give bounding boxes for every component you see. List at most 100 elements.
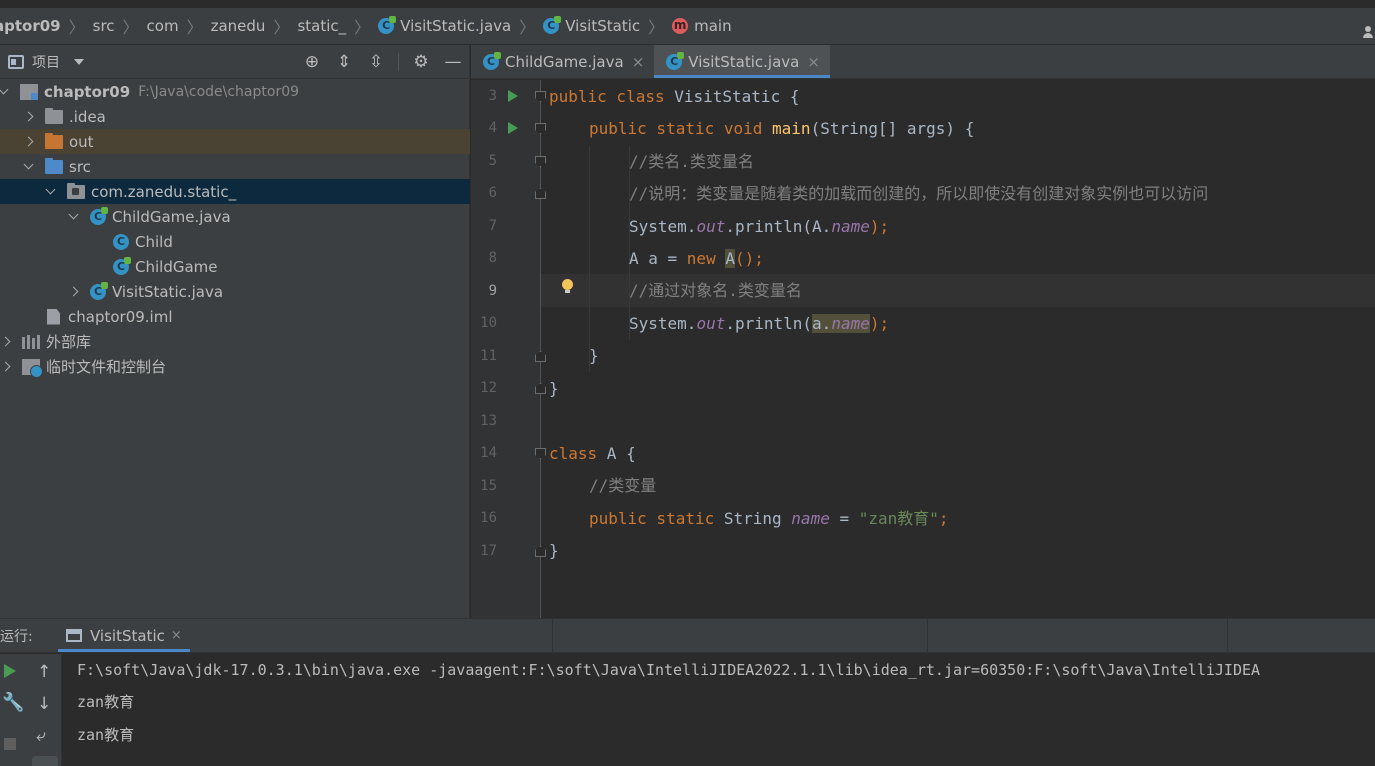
- header-divider: [552, 619, 553, 654]
- tree-item-idea[interactable]: .idea: [0, 104, 470, 129]
- library-icon: [22, 334, 40, 349]
- breadcrumb-static[interactable]: static_: [297, 8, 346, 44]
- java-class-icon: [113, 256, 131, 275]
- file-icon: [47, 308, 60, 325]
- line-number: 5: [488, 153, 497, 169]
- arrow-up-icon[interactable]: ↑: [37, 662, 51, 682]
- code-line-6: //说明：类变量是随着类的加载而创建的，所以即使没有创建对象实例也可以访问: [629, 184, 1209, 203]
- tree-item-iml[interactable]: chaptor09.iml: [0, 304, 470, 329]
- rerun-icon[interactable]: [4, 664, 16, 678]
- close-icon[interactable]: ×: [632, 53, 645, 71]
- arrow-down-icon[interactable]: ↓: [37, 694, 51, 714]
- tree-item-src[interactable]: src: [0, 154, 470, 179]
- tree-item-childgame-java[interactable]: ChildGame.java: [0, 204, 470, 229]
- chevron-down-icon[interactable]: [23, 162, 33, 172]
- line-number: 13: [480, 413, 497, 429]
- line-number: 4: [488, 120, 497, 136]
- folder-icon: [45, 107, 63, 124]
- tree-item-chaptor09[interactable]: chaptor09 F:\Java\code\chaptor09: [0, 79, 470, 104]
- wrench-icon[interactable]: 🔧: [2, 692, 24, 713]
- close-icon[interactable]: ×: [807, 53, 820, 71]
- line-number: 10: [480, 315, 497, 331]
- java-class-file-icon: [90, 206, 108, 225]
- run-class-icon[interactable]: [508, 90, 518, 102]
- chevron-right-icon[interactable]: [23, 137, 33, 147]
- code-line-15: //类变量: [589, 476, 657, 495]
- code-line-4: public static void main(String[] args) {: [589, 119, 975, 138]
- code-line-14: class A {: [549, 444, 636, 463]
- gear-icon[interactable]: ⚙: [411, 52, 431, 72]
- line-number: 7: [488, 218, 497, 234]
- breadcrumb-com[interactable]: com: [147, 8, 179, 44]
- close-icon[interactable]: ×: [171, 628, 182, 643]
- chevron-down-icon[interactable]: [68, 212, 78, 222]
- run-panel-header: 运行: VisitStatic ×: [0, 618, 1375, 654]
- java-class-file-icon: [90, 281, 108, 300]
- console-output[interactable]: F:\soft\Java\jdk-17.0.3.1\bin\java.exe -…: [63, 654, 1375, 766]
- expand-all-icon[interactable]: ⇕: [334, 52, 354, 72]
- breadcrumb-src[interactable]: src: [93, 8, 115, 44]
- code-line-7: System.out.println(A.name);: [629, 217, 890, 236]
- user-icon[interactable]: [1363, 26, 1373, 38]
- run-panel-label: 运行:: [0, 628, 33, 645]
- excluded-folder-icon: [45, 132, 63, 149]
- java-class-icon: [543, 16, 562, 34]
- code-line-3: public class VisitStatic {: [549, 87, 800, 106]
- tab-childgame-java[interactable]: ChildGame.java ×: [471, 45, 654, 78]
- chevron-down-icon[interactable]: [0, 87, 8, 97]
- hide-panel-icon[interactable]: —: [443, 52, 463, 72]
- console-line: zan教育: [77, 726, 135, 744]
- chevron-right-icon[interactable]: [68, 287, 78, 297]
- chevron-right-icon[interactable]: [0, 337, 10, 347]
- breadcrumb-separator: 〉: [273, 18, 290, 37]
- package-icon: [67, 182, 85, 199]
- line-number: 14: [480, 445, 497, 461]
- breadcrumb-separator: 〉: [354, 18, 371, 37]
- code-line-16: public static String name = "zan教育";: [589, 509, 949, 528]
- breadcrumb-class[interactable]: VisitStatic: [543, 8, 640, 44]
- line-number: 15: [480, 478, 497, 494]
- java-class-file-icon: [666, 51, 685, 70]
- line-number: 12: [480, 380, 497, 396]
- tree-item-childgame[interactable]: ChildGame: [0, 254, 470, 279]
- code-line-11: }: [589, 346, 599, 365]
- scratches-icon: [22, 358, 43, 378]
- tree-item-external-libraries[interactable]: 外部库: [0, 329, 470, 354]
- breadcrumb-zanedu[interactable]: zanedu: [211, 8, 266, 44]
- scroll-to-end-icon[interactable]: [32, 756, 58, 766]
- tree-item-child[interactable]: Child: [0, 229, 470, 254]
- collapse-all-icon[interactable]: ⇳: [366, 52, 386, 72]
- project-window-icon: [8, 54, 24, 69]
- chevron-down-icon[interactable]: [45, 187, 55, 197]
- chevron-right-icon[interactable]: [23, 112, 33, 122]
- console-line: F:\soft\Java\jdk-17.0.3.1\bin\java.exe -…: [77, 661, 1261, 679]
- toolbar-divider: [398, 53, 399, 71]
- header-divider: [927, 619, 928, 654]
- breadcrumb-method[interactable]: main: [672, 8, 732, 44]
- line-number: 16: [480, 510, 497, 526]
- breadcrumb-separator: 〉: [648, 18, 665, 37]
- stop-icon[interactable]: [4, 738, 16, 750]
- project-panel: 项目 ⊕ ⇕ ⇳ ⚙ — chaptor09 F:\Java\code\chap…: [0, 45, 470, 618]
- tree-item-out[interactable]: out: [0, 129, 470, 154]
- breadcrumb-project[interactable]: aptor09: [0, 8, 61, 44]
- run-tab-visitstatic[interactable]: VisitStatic ×: [58, 619, 190, 652]
- breadcrumb-file[interactable]: VisitStatic.java: [378, 8, 511, 44]
- tab-visitstatic-java[interactable]: VisitStatic.java ×: [654, 45, 830, 78]
- tree-item-scratches[interactable]: 临时文件和控制台: [0, 354, 470, 379]
- view-mode-dropdown-icon[interactable]: [74, 58, 84, 65]
- editor-tab-bar: ChildGame.java × VisitStatic.java ×: [471, 45, 1375, 79]
- lightbulb-icon[interactable]: [561, 279, 573, 293]
- code-editor[interactable]: 3 4 5 6 7 8 9 10 11 12 13 14 15 16 17 pu…: [471, 80, 1375, 618]
- line-number: 3: [488, 88, 497, 104]
- tree-item-package[interactable]: com.zanedu.static_: [0, 179, 470, 204]
- code-line-8: A a = new A();: [629, 249, 764, 268]
- console-line: zan教育: [77, 693, 135, 711]
- tree-item-visitstatic-java[interactable]: VisitStatic.java: [0, 279, 470, 304]
- locate-file-icon[interactable]: ⊕: [302, 52, 322, 72]
- run-method-icon[interactable]: [508, 122, 518, 134]
- method-icon: [672, 17, 689, 34]
- line-number: 17: [480, 543, 497, 559]
- chevron-right-icon[interactable]: [0, 362, 10, 372]
- soft-wrap-icon[interactable]: ⤶: [36, 726, 46, 746]
